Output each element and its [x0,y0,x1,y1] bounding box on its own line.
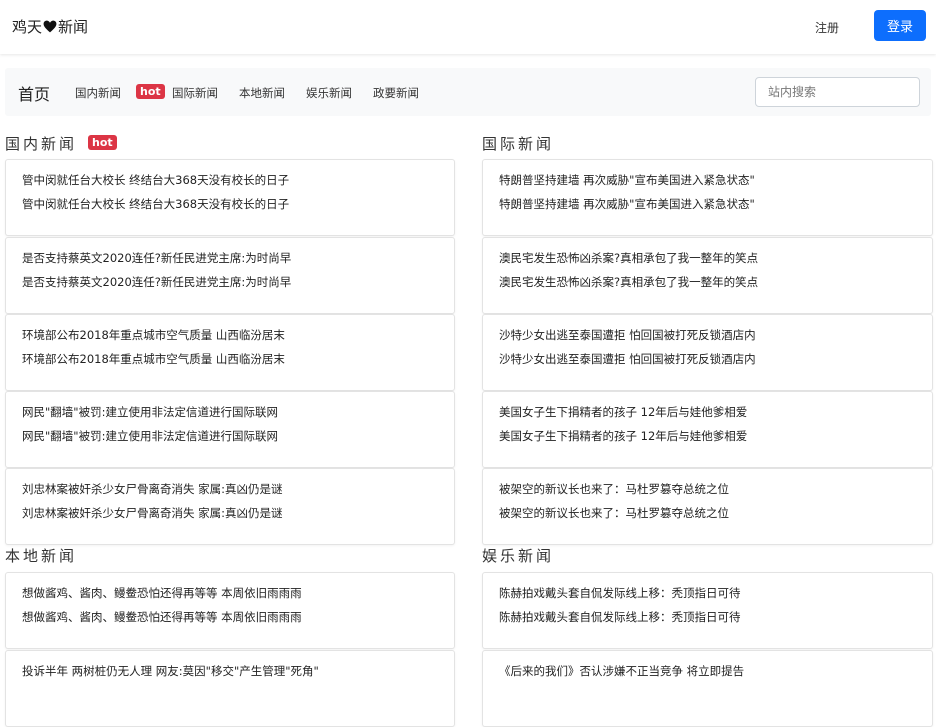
news-card[interactable]: 《后来的我们》否认涉嫌不正当竞争 将立即提告 [482,650,933,727]
news-headline: 澳民宅发生恐怖凶杀案?真相承包了我一整年的笑点 [499,251,759,265]
news-card[interactable]: 想做酱鸡、酱肉、鳗鲞恐怕还得再等等 本周依旧雨雨雨 想做酱鸡、酱肉、鳗鲞恐怕还得… [5,572,455,649]
top-bar: 鸡天 新闻 注册 登录 [0,0,936,54]
section-title-international: 国际新闻 [482,135,555,153]
news-summary: 美国女子生下捐精者的孩子 12年后与娃他爹相爱 [499,429,748,443]
nav-home[interactable]: 首页 [18,81,50,105]
news-card[interactable]: 陈赫拍戏戴头套自侃发际线上移：秃顶指日可待 陈赫拍戏戴头套自侃发际线上移：秃顶指… [482,572,933,649]
news-card[interactable]: 是否支持蔡英文2020连任?新任民进党主席:为时尚早 是否支持蔡英文2020连任… [5,237,455,314]
news-card[interactable]: 刘忠林案被奸杀少女尸骨离奇消失 家属:真凶仍是谜 刘忠林案被奸杀少女尸骨离奇消失… [5,468,455,545]
section-title-domestic: 国内新闻 [5,135,78,153]
news-headline: 刘忠林案被奸杀少女尸骨离奇消失 家属:真凶仍是谜 [22,482,283,496]
news-card[interactable]: 被架空的新议长也来了：马杜罗篡夺总统之位 被架空的新议长也来了：马杜罗篡夺总统之… [482,468,933,545]
news-card[interactable]: 澳民宅发生恐怖凶杀案?真相承包了我一整年的笑点 澳民宅发生恐怖凶杀案?真相承包了… [482,237,933,314]
nav-international-news[interactable]: 国际新闻 [172,85,218,101]
news-headline: 是否支持蔡英文2020连任?新任民进党主席:为时尚早 [22,251,292,265]
news-card[interactable]: 环境部公布2018年重点城市空气质量 山西临汾居末 环境部公布2018年重点城市… [5,314,455,391]
nav-bar: 首页 国内新闻 hot 国际新闻 本地新闻 娱乐新闻 政要新闻 [5,68,931,116]
news-headline: 美国女子生下捐精者的孩子 12年后与娃他爹相爱 [499,405,748,419]
hot-badge: hot [136,84,165,99]
news-headline: 被架空的新议长也来了：马杜罗篡夺总统之位 [499,482,729,496]
news-headline: 想做酱鸡、酱肉、鳗鲞恐怕还得再等等 本周依旧雨雨雨 [22,586,302,600]
brand-text-left: 鸡天 [12,18,43,36]
news-summary: 陈赫拍戏戴头套自侃发际线上移：秃顶指日可待 [499,610,741,624]
news-summary: 刘忠林案被奸杀少女尸骨离奇消失 家属:真凶仍是谜 [22,506,283,520]
news-summary: 管中闵就任台大校长 终结台大368天没有校长的日子 [22,197,290,211]
news-summary: 环境部公布2018年重点城市空气质量 山西临汾居末 [22,352,285,366]
news-summary: 网民"翻墙"被罚:建立使用非法定信道进行国际联网 [22,429,278,443]
news-card[interactable]: 投诉半年 两树桩仍无人理 网友:莫因"移交"产生管理"死角" [5,650,455,727]
news-card[interactable]: 美国女子生下捐精者的孩子 12年后与娃他爹相爱 美国女子生下捐精者的孩子 12年… [482,391,933,468]
nav-domestic-news[interactable]: 国内新闻 [75,85,121,101]
register-link[interactable]: 注册 [815,19,839,36]
section-title-local: 本地新闻 [5,547,78,565]
search-input[interactable] [755,77,920,107]
news-headline: 沙特少女出逃至泰国遭拒 怕回国被打死反锁酒店内 [499,328,756,342]
news-summary: 澳民宅发生恐怖凶杀案?真相承包了我一整年的笑点 [499,275,759,289]
nav-local-news[interactable]: 本地新闻 [239,85,285,101]
heart-icon [43,20,57,33]
login-button[interactable]: 登录 [874,10,926,41]
news-card[interactable]: 沙特少女出逃至泰国遭拒 怕回国被打死反锁酒店内 沙特少女出逃至泰国遭拒 怕回国被… [482,314,933,391]
brand-logo[interactable]: 鸡天 新闻 [12,16,88,37]
news-card[interactable]: 特朗普坚持建墙 再次威胁"宣布美国进入紧急状态" 特朗普坚持建墙 再次威胁"宣布… [482,159,933,236]
brand-text-right: 新闻 [58,18,89,36]
hot-badge: hot [88,135,117,150]
news-summary: 沙特少女出逃至泰国遭拒 怕回国被打死反锁酒店内 [499,352,756,366]
nav-politics-news[interactable]: 政要新闻 [373,85,419,101]
section-title-entertainment: 娱乐新闻 [482,547,555,565]
news-card[interactable]: 网民"翻墙"被罚:建立使用非法定信道进行国际联网 网民"翻墙"被罚:建立使用非法… [5,391,455,468]
news-headline: 网民"翻墙"被罚:建立使用非法定信道进行国际联网 [22,405,278,419]
news-card[interactable]: 管中闵就任台大校长 终结台大368天没有校长的日子 管中闵就任台大校长 终结台大… [5,159,455,236]
nav-entertainment-news[interactable]: 娱乐新闻 [306,85,352,101]
news-headline: 投诉半年 两树桩仍无人理 网友:莫因"移交"产生管理"死角" [22,664,319,678]
news-headline: 环境部公布2018年重点城市空气质量 山西临汾居末 [22,328,285,342]
news-headline: 特朗普坚持建墙 再次威胁"宣布美国进入紧急状态" [499,173,755,187]
news-headline: 陈赫拍戏戴头套自侃发际线上移：秃顶指日可待 [499,586,741,600]
news-headline: 《后来的我们》否认涉嫌不正当竞争 将立即提告 [499,664,745,678]
news-headline: 管中闵就任台大校长 终结台大368天没有校长的日子 [22,173,290,187]
news-summary: 特朗普坚持建墙 再次威胁"宣布美国进入紧急状态" [499,197,755,211]
news-summary: 想做酱鸡、酱肉、鳗鲞恐怕还得再等等 本周依旧雨雨雨 [22,610,302,624]
news-summary: 被架空的新议长也来了：马杜罗篡夺总统之位 [499,506,729,520]
news-summary: 是否支持蔡英文2020连任?新任民进党主席:为时尚早 [22,275,292,289]
